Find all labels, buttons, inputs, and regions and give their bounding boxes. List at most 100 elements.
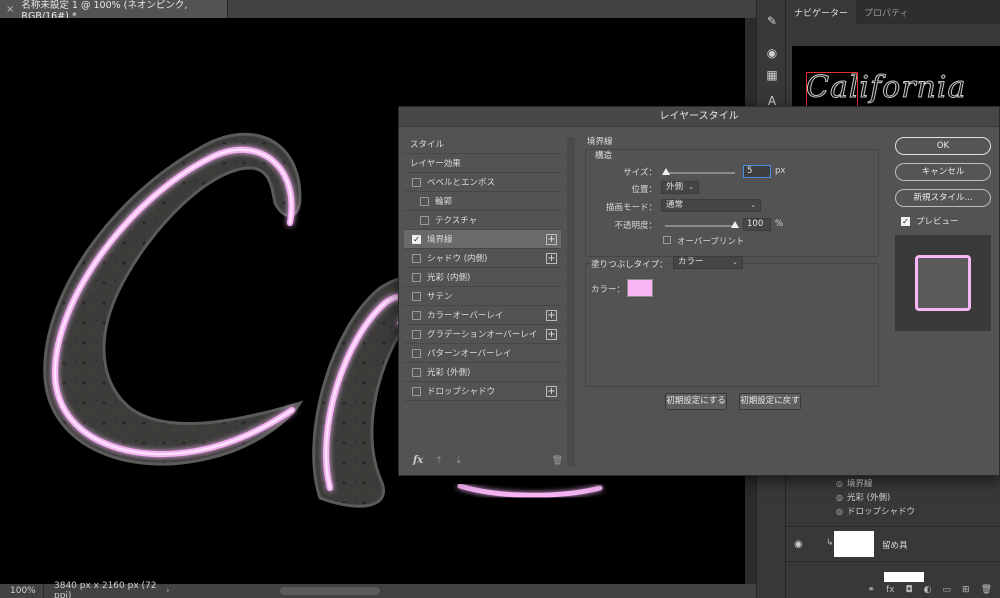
style-item-label: ドロップシャドウ <box>427 387 496 397</box>
style-checkbox[interactable] <box>412 348 421 358</box>
grid-icon[interactable]: ▦ <box>765 68 779 82</box>
eye-icon[interactable]: ◎ <box>836 493 843 502</box>
mask-icon[interactable]: ◘ <box>906 585 913 595</box>
fx-icon[interactable]: fx <box>886 585 895 595</box>
layer-effect-row[interactable]: ◎ 境界線 <box>836 476 915 490</box>
status-bar: 100% 3840 px x 2160 px (72 ppi) › <box>0 581 756 598</box>
style-item-label: カラーオーバーレイ <box>427 311 504 321</box>
style-item-label: ベベルとエンボス <box>427 178 496 188</box>
style-checkbox[interactable] <box>420 215 429 225</box>
size-unit: px <box>775 166 786 176</box>
navigator-thumbnail[interactable]: California <box>792 46 1000 110</box>
style-checkbox[interactable] <box>420 196 429 206</box>
eye-icon[interactable]: ◎ <box>836 507 843 516</box>
style-checkbox[interactable] <box>412 386 421 396</box>
document-tab[interactable]: × 名称未設定 1 @ 100% (ネオンピンク, RGB/16#) * <box>0 0 228 22</box>
style-item[interactable]: テクスチャ <box>404 211 561 230</box>
style-item[interactable]: サテン <box>404 287 561 306</box>
new-layer-icon[interactable]: ⊞ <box>962 585 970 595</box>
trash-icon[interactable]: 🗑 <box>552 456 563 466</box>
add-effect-icon[interactable]: + <box>546 329 557 340</box>
overprint-checkbox[interactable] <box>663 236 671 244</box>
swatches-icon[interactable]: ◉ <box>765 46 779 60</box>
navigator-view-box[interactable] <box>806 72 858 110</box>
stroke-settings: 境界線 構造 サイズ： 5 px 位置： 外側 ⌄ 描画モード： 通常 ⌄ 不透明度… <box>585 131 881 475</box>
layer-effect-label: ドロップシャドウ <box>846 507 915 517</box>
move-up-icon[interactable]: ⇡ <box>435 456 443 466</box>
tab-properties[interactable]: プロパティ <box>856 0 916 24</box>
style-item[interactable]: グラデーションオーバーレイ + <box>404 325 561 344</box>
style-item-label: 境界線 <box>427 235 453 245</box>
opacity-slider[interactable] <box>665 225 735 227</box>
position-select[interactable]: 外側 ⌄ <box>661 181 699 194</box>
close-tab-icon[interactable]: × <box>6 4 14 15</box>
style-list-scrollbar[interactable] <box>567 137 575 467</box>
size-label: サイズ： <box>623 168 657 178</box>
section-title: 境界線 <box>587 137 613 147</box>
zoom-level[interactable]: 100% <box>0 584 44 598</box>
size-slider-thumb[interactable] <box>662 168 671 175</box>
position-value: 外側 <box>666 182 684 192</box>
chevron-down-icon: ⌄ <box>732 258 738 266</box>
link-icon[interactable]: ⚭ <box>867 585 875 595</box>
eye-icon[interactable]: ◉ <box>794 539 803 550</box>
style-item[interactable]: ✓ 境界線 + <box>404 230 561 249</box>
make-default-button[interactable]: 初期設定にする <box>665 393 727 410</box>
styles-header[interactable]: スタイル <box>404 135 561 154</box>
layer-row[interactable] <box>786 564 1000 586</box>
preview-checkbox[interactable]: ✓ <box>901 216 910 226</box>
panel-tabs: ナビゲーター プロパティ <box>786 0 1000 24</box>
layer-row[interactable]: ◉ ↳ 留め具 <box>786 526 1000 562</box>
tab-navigator[interactable]: ナビゲーター <box>786 0 857 24</box>
add-effect-icon[interactable]: + <box>546 253 557 264</box>
layer-effect-row[interactable]: ◎ 光彩 (外側) <box>836 490 915 504</box>
overprint-label: オーバープリント <box>677 237 745 247</box>
size-input[interactable]: 5 <box>743 165 771 178</box>
adjustment-icon[interactable]: ◐ <box>924 585 932 595</box>
style-checkbox[interactable] <box>412 177 421 187</box>
color-swatch[interactable] <box>627 279 653 297</box>
clip-icon: ↳ <box>826 538 834 548</box>
opacity-slider-thumb[interactable] <box>731 221 739 228</box>
folder-icon[interactable]: ▭ <box>943 585 952 595</box>
style-checkbox[interactable] <box>412 291 421 301</box>
preview-toggle[interactable]: ✓ プレビュー <box>901 215 959 227</box>
size-slider[interactable] <box>665 172 735 174</box>
add-effect-icon[interactable]: + <box>546 234 557 245</box>
trash-icon[interactable]: 🗑 <box>981 585 992 595</box>
new-style-button[interactable]: 新規スタイル... <box>895 189 991 207</box>
chevron-right-icon[interactable]: › <box>162 586 170 596</box>
style-item[interactable]: 光彩 (内側) <box>404 268 561 287</box>
horizontal-scrollbar[interactable] <box>280 587 380 595</box>
move-down-icon[interactable]: ⇣ <box>455 456 463 466</box>
tab-bar <box>228 0 756 18</box>
style-checkbox[interactable] <box>412 310 421 320</box>
effects-header[interactable]: レイヤー効果 <box>404 154 561 173</box>
blend-mode-select[interactable]: 通常 ⌄ <box>661 199 761 212</box>
style-checkbox[interactable]: ✓ <box>412 234 421 244</box>
eye-icon[interactable]: ◎ <box>836 479 843 488</box>
style-item[interactable]: ドロップシャドウ + <box>404 382 561 401</box>
opacity-label: 不透明度： <box>614 221 657 231</box>
opacity-input[interactable]: 100 <box>743 218 771 231</box>
style-checkbox[interactable] <box>412 272 421 282</box>
fx-icon[interactable]: fx <box>413 455 423 466</box>
add-effect-icon[interactable]: + <box>546 386 557 397</box>
reset-default-button[interactable]: 初期設定に戻す <box>739 393 801 410</box>
style-item[interactable]: 輪郭 <box>404 192 561 211</box>
style-item[interactable]: カラーオーバーレイ + <box>404 306 561 325</box>
fill-type-select[interactable]: カラー ⌄ <box>673 256 743 269</box>
ok-button[interactable]: OK <box>895 137 991 155</box>
style-item[interactable]: ベベルとエンボス <box>404 173 561 192</box>
style-checkbox[interactable] <box>412 253 421 263</box>
add-effect-icon[interactable]: + <box>546 310 557 321</box>
layer-effect-row[interactable]: ◎ ドロップシャドウ <box>836 504 915 518</box>
style-item[interactable]: シャドウ (内側) + <box>404 249 561 268</box>
brush-icon[interactable]: ✎ <box>765 14 779 28</box>
style-checkbox[interactable] <box>412 329 421 339</box>
style-checkbox[interactable] <box>412 367 421 377</box>
opacity-unit: % <box>775 219 784 229</box>
style-item[interactable]: 光彩 (外側) <box>404 363 561 382</box>
cancel-button[interactable]: キャンセル <box>895 163 991 181</box>
style-item[interactable]: パターンオーバーレイ <box>404 344 561 363</box>
